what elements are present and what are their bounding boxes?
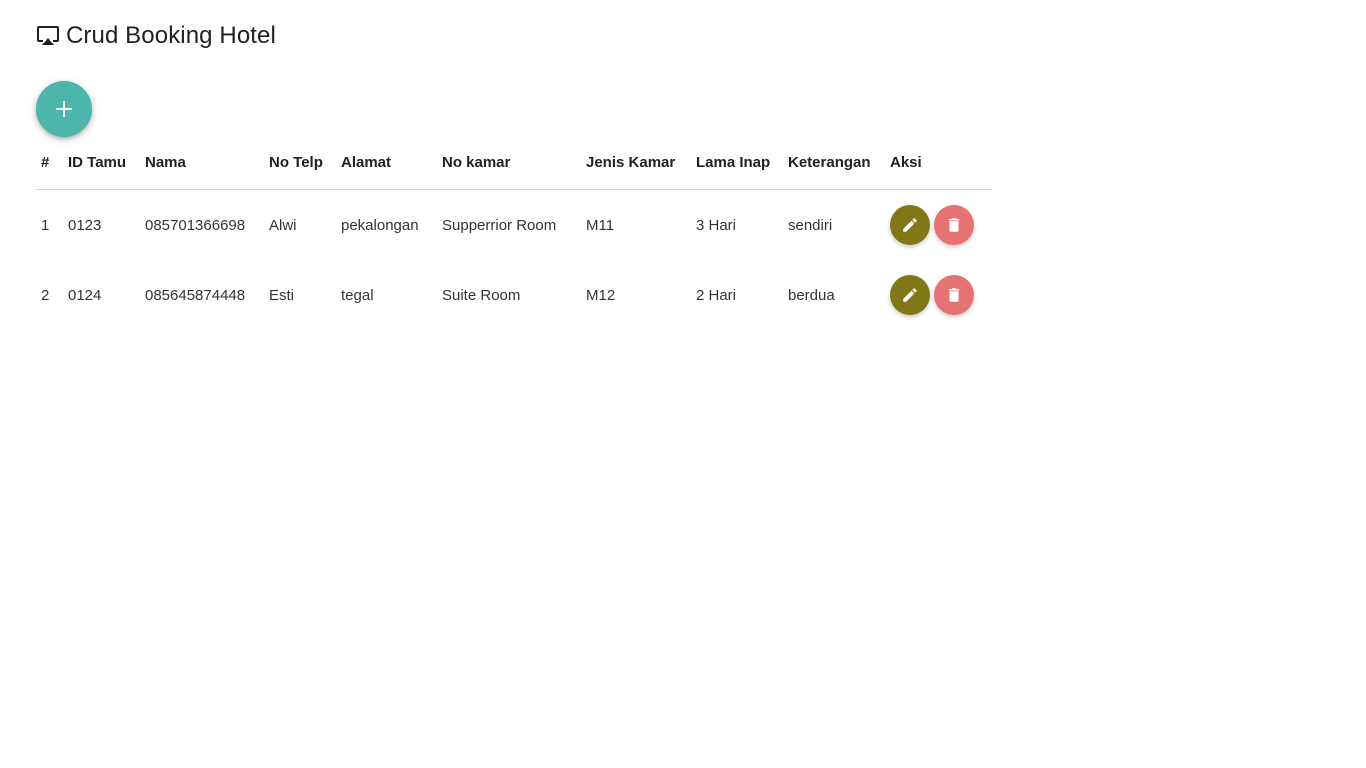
cell-number: 2 [41, 286, 50, 304]
booking-table: # ID Tamu Nama No Telp Alamat No kamar J… [36, 136, 992, 330]
table-row: 1 0123 085701366698 Alwi pekalongan Supp… [36, 190, 992, 261]
plus-icon [55, 100, 73, 118]
page-header: Crud Booking Hotel [36, 20, 276, 52]
cell-id-tamu: 0124 [68, 286, 102, 304]
edit-button[interactable] [890, 205, 930, 245]
cell-nama: 085645874448 [145, 286, 246, 304]
trash-icon [945, 216, 963, 234]
cell-alamat: pekalongan [341, 216, 419, 234]
cell-number: 1 [41, 216, 50, 234]
column-header-aksi: Aksi [885, 136, 992, 190]
cell-jenis-kamar: M11 [586, 216, 615, 234]
cell-no-kamar: Supperrior Room [442, 216, 557, 234]
column-header-no-kamar: No kamar [437, 136, 581, 190]
cell-aksi [885, 190, 992, 261]
cell-keterangan: sendiri [788, 216, 833, 234]
delete-button[interactable] [934, 205, 974, 245]
cell-lama-inap: 2 Hari [696, 286, 737, 304]
row-actions [890, 205, 987, 245]
cell-lama-inap: 3 Hari [696, 216, 737, 234]
column-header-lama-inap: Lama Inap [691, 136, 783, 190]
row-actions [890, 275, 987, 315]
cell-jenis-kamar: M12 [586, 286, 616, 304]
column-header-no-telp: No Telp [264, 136, 336, 190]
column-header-nama: Nama [140, 136, 264, 190]
cell-no-telp: Alwi [269, 216, 297, 234]
cell-keterangan: berdua [788, 286, 835, 304]
column-header-keterangan: Keterangan [783, 136, 885, 190]
pencil-icon [901, 286, 919, 304]
cell-no-kamar: Suite Room [442, 286, 521, 304]
column-header-number: # [36, 136, 63, 190]
column-header-jenis-kamar: Jenis Kamar [581, 136, 691, 190]
delete-button[interactable] [934, 275, 974, 315]
cell-id-tamu: 0123 [68, 216, 102, 234]
airplay-icon [36, 24, 60, 48]
add-booking-button[interactable] [36, 81, 92, 137]
cell-no-telp: Esti [269, 286, 295, 304]
column-header-id-tamu: ID Tamu [63, 136, 140, 190]
edit-button[interactable] [890, 275, 930, 315]
table-header-row: # ID Tamu Nama No Telp Alamat No kamar J… [36, 136, 992, 190]
column-header-alamat: Alamat [336, 136, 437, 190]
cell-aksi [885, 260, 992, 330]
table-row: 2 0124 085645874448 Esti tegal Suite Roo… [36, 260, 992, 330]
cell-alamat: tegal [341, 286, 374, 304]
pencil-icon [901, 216, 919, 234]
page-title: Crud Booking Hotel [66, 22, 276, 49]
page: Crud Booking Hotel # ID Tamu Nama No Tel… [0, 0, 1366, 768]
cell-nama: 085701366698 [145, 216, 246, 234]
trash-icon [945, 286, 963, 304]
